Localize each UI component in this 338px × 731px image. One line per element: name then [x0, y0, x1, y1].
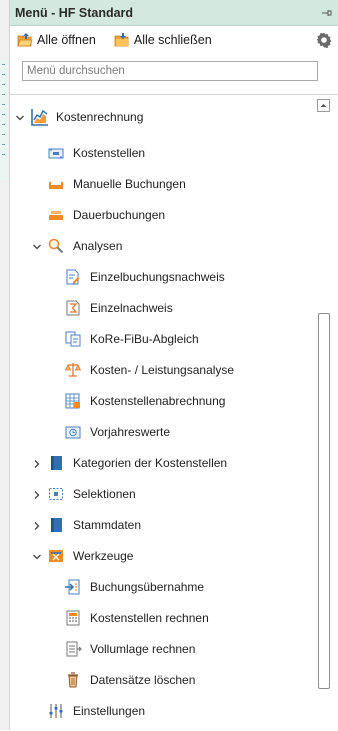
tree-item-buchungsuebernahme[interactable]: Buchungsübernahme: [10, 573, 316, 601]
tree-item-datensaetze-loeschen[interactable]: Datensätze löschen: [10, 666, 316, 694]
calc-sheet-icon: [64, 392, 82, 410]
chart-icon: [30, 107, 50, 127]
tree-item-kostenstellenabrechnung[interactable]: Kostenstellenabrechnung: [10, 387, 316, 415]
chevron-down-icon[interactable]: [32, 551, 42, 561]
tree-item-dauerbuchungen[interactable]: Dauerbuchungen: [10, 201, 316, 229]
tree-item-vorjahreswerte[interactable]: Vorjahreswerte: [10, 418, 316, 446]
chevron-right-icon[interactable]: [32, 489, 42, 499]
book-icon: [47, 454, 65, 472]
open-all-label: Alle öffnen: [37, 33, 96, 47]
trash-icon: [64, 671, 82, 689]
tree-item-stammdaten[interactable]: Stammdaten: [10, 511, 316, 539]
tree-item-einstellungen[interactable]: Einstellungen: [10, 697, 316, 725]
tree-item-label: Selektionen: [73, 487, 136, 501]
cost-center-icon: [47, 144, 65, 162]
tree-item-selektionen[interactable]: Selektionen: [10, 480, 316, 508]
tree-item-werkzeuge[interactable]: Werkzeuge: [10, 542, 316, 570]
close-all-button[interactable]: Alle schließen: [114, 32, 212, 48]
chevron-down-icon[interactable]: [15, 112, 25, 122]
tree-item-label: Buchungsübernahme: [90, 580, 205, 594]
tree-item-label: KoRe-FiBu-Abgleich: [90, 332, 199, 346]
tree-item-label: Kostenrechnung: [56, 110, 144, 124]
tree-item-label: Kostenstellen: [73, 146, 146, 160]
tree-item-kore-fibu-abgleich[interactable]: KoRe-FiBu-Abgleich: [10, 325, 316, 353]
tree-item-kostenstellen-rechnen[interactable]: Kostenstellen rechnen: [10, 604, 316, 632]
tree-item-kostenstellen[interactable]: Kostenstellen: [10, 139, 316, 167]
tree-item-label: Analysen: [73, 239, 123, 253]
tree-item-label: Datensätze löschen: [90, 673, 196, 687]
compare-icon: [64, 330, 82, 348]
gear-icon[interactable]: [315, 31, 333, 49]
tools-icon: [47, 547, 65, 565]
tree-item-einzelbuchungsnachweis[interactable]: Einzelbuchungsnachweis: [10, 263, 316, 291]
tree-item-kosten-leistungsanalyse[interactable]: Kosten- / Leistungsanalyse: [10, 356, 316, 384]
doc-edit-icon: [64, 268, 82, 286]
selection-icon: [47, 485, 65, 503]
tree-item-label: Werkzeuge: [73, 549, 134, 563]
tree-item-label: Manuelle Buchungen: [73, 177, 186, 191]
close-all-label: Alle schließen: [133, 33, 212, 47]
tree-item-einzelnachweis[interactable]: Einzelnachweis: [10, 294, 316, 322]
tree-item-label: Einstellungen: [73, 704, 146, 718]
chevron-right-icon[interactable]: [32, 458, 42, 468]
tray-icon: [47, 175, 65, 193]
doc-sum-icon: [64, 299, 82, 317]
import-icon: [64, 578, 82, 596]
tree-item-label: Einzelnachweis: [90, 301, 173, 315]
allocate-icon: [64, 640, 82, 658]
sliders-icon: [47, 702, 65, 720]
chevron-right-icon[interactable]: [32, 520, 42, 530]
tree-item-label: Vorjahreswerte: [90, 425, 171, 439]
folder-open-icon: [17, 32, 33, 48]
tree-item-label: Einzelbuchungsnachweis: [90, 270, 225, 284]
chevron-down-icon[interactable]: [32, 241, 42, 251]
panel-titlebar: Menü - HF Standard: [10, 0, 338, 26]
adjacent-panel-marks: [0, 60, 8, 180]
menu-tree-area: Kostenrechnung Kostenstellen Manuelle Bu…: [10, 94, 338, 731]
tree-item-label: Kosten- / Leistungsanalyse: [90, 363, 235, 377]
tree-item-kostenrechnung[interactable]: Kostenrechnung: [10, 103, 316, 131]
scroll-thumb[interactable]: [318, 313, 330, 689]
tree-item-label: Stammdaten: [73, 518, 142, 532]
scroll-up-button[interactable]: [317, 99, 330, 112]
tree-item-manuelle-buchungen[interactable]: Manuelle Buchungen: [10, 170, 316, 198]
pin-icon[interactable]: [321, 7, 333, 19]
folder-close-icon: [114, 32, 130, 48]
calc-icon: [64, 609, 82, 627]
panel-title: Menü - HF Standard: [15, 5, 134, 20]
tree-item-label: Dauerbuchungen: [73, 208, 166, 222]
stack-icon: [47, 206, 65, 224]
tree-item-vollumlage-rechnen[interactable]: Vollumlage rechnen: [10, 635, 316, 663]
open-all-button[interactable]: Alle öffnen: [17, 32, 96, 48]
panel-toolbar: Alle öffnen Alle schließen: [10, 26, 338, 54]
tree-item-kategorien[interactable]: Kategorien der Kostenstellen: [10, 449, 316, 477]
tree-item-label: Kategorien der Kostenstellen: [73, 456, 228, 470]
magnifier-icon: [47, 237, 65, 255]
tree-item-label: Vollumlage rechnen: [90, 642, 196, 656]
book-icon: [47, 516, 65, 534]
menu-panel: Menü - HF Standard Alle öffnen Alle schl…: [9, 0, 338, 730]
search-bar: [10, 54, 338, 88]
tree-item-label: Kostenstellen rechnen: [90, 611, 209, 625]
tree-scrollbar[interactable]: [316, 99, 332, 709]
tree-item-label: Kostenstellenabrechnung: [90, 394, 226, 408]
history-icon: [64, 423, 82, 441]
tree-item-analysen[interactable]: Analysen: [10, 232, 316, 260]
scale-icon: [64, 361, 82, 379]
search-input[interactable]: [22, 61, 318, 81]
